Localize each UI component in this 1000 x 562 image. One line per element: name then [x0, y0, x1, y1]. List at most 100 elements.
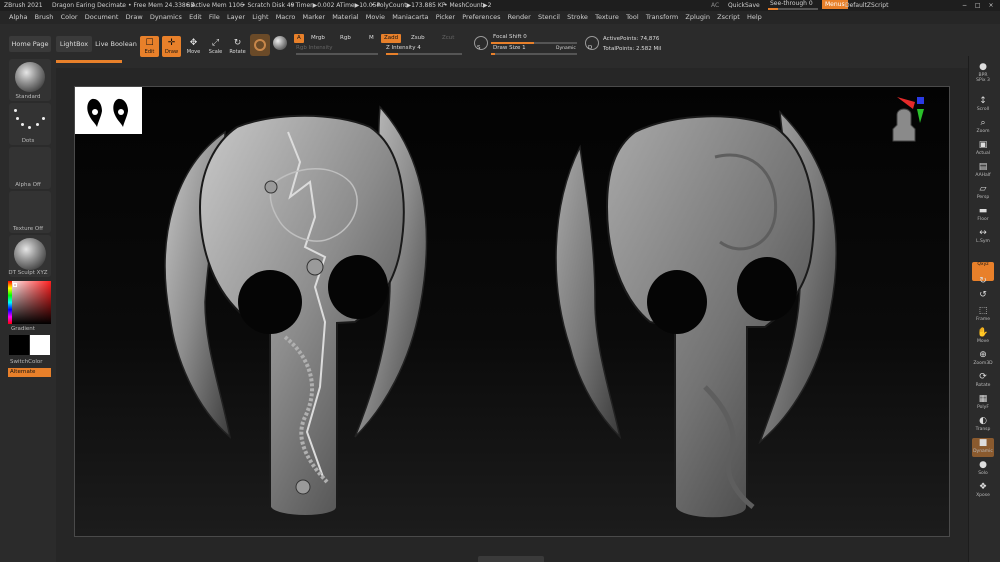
spix-button[interactable]: SPix 3 — [972, 78, 994, 97]
material-label: DT Sculpt XYZ — [8, 270, 48, 276]
menu-draw[interactable]: Draw — [126, 11, 143, 24]
menu-help[interactable]: Help — [747, 11, 762, 24]
mrgb-toggle[interactable]: Mrgb — [311, 34, 325, 43]
persp-button[interactable]: ▱ Persp — [972, 184, 994, 203]
menu-picker[interactable]: Picker — [436, 11, 455, 24]
menu-edit[interactable]: Edit — [189, 11, 202, 24]
see-through-slider[interactable] — [768, 8, 818, 10]
menu-movie[interactable]: Movie — [366, 11, 385, 24]
actual-button[interactable]: ▣ Actual — [972, 140, 994, 159]
lsym-button[interactable]: ↔ L.Sym — [972, 228, 994, 247]
menu-alpha[interactable]: Alpha — [9, 11, 27, 24]
transp-button[interactable]: ◐ Transp — [972, 416, 994, 435]
material-sphere-icon — [14, 238, 46, 270]
zcut-toggle[interactable]: Zcut — [442, 34, 454, 43]
rotate-label: Rotate — [975, 383, 991, 388]
menu-marker[interactable]: Marker — [303, 11, 325, 24]
bottom-tray-handle[interactable] — [478, 556, 544, 562]
menu-stroke[interactable]: Stroke — [567, 11, 588, 24]
menu-zscript[interactable]: Zscript — [717, 11, 740, 24]
frame-icon: ⬚ — [978, 306, 988, 316]
menu-preferences[interactable]: Preferences — [462, 11, 500, 24]
color-picker[interactable] — [8, 281, 51, 324]
menu-file[interactable]: File — [209, 11, 220, 24]
menu-material[interactable]: Material — [332, 11, 358, 24]
menu-layer[interactable]: Layer — [227, 11, 245, 24]
document-canvas[interactable] — [74, 86, 950, 537]
menu-maniacarta[interactable]: Maniacarta — [392, 11, 428, 24]
zoom3d-button[interactable]: ⊕ Zoom3D — [972, 350, 994, 369]
menu-texture[interactable]: Texture — [595, 11, 619, 24]
color-cursor-icon — [13, 283, 17, 287]
draw-button[interactable]: ✛ Draw — [162, 36, 181, 57]
menu-light[interactable]: Light — [252, 11, 268, 24]
edit-button[interactable]: ☐ Edit — [140, 36, 159, 57]
polyf-button[interactable]: ▦ PolyF — [972, 394, 994, 413]
rotate-button[interactable]: ⟳ Rotate — [972, 372, 994, 391]
zoom-icon: ⌕ — [980, 118, 986, 128]
lsym-icon: ↔ — [979, 228, 987, 238]
alternate-button[interactable]: Alternate — [8, 368, 51, 377]
xpose-button[interactable]: ❖ Xpose — [972, 482, 994, 501]
rgb-intensity-slider[interactable] — [296, 53, 378, 55]
menu-stencil[interactable]: Stencil — [538, 11, 560, 24]
default-zscript-button[interactable]: DefaultZScript — [845, 0, 888, 11]
active-points: ActivePoints: 74,876 — [603, 36, 660, 42]
scale-button[interactable]: ⤢ Scale — [206, 36, 225, 57]
live-boolean-button[interactable]: Live Boolean — [95, 36, 137, 52]
dynamic-label: Dynamic — [973, 449, 993, 454]
meshcount: • MeshCount▶2 — [444, 2, 492, 9]
menu-document[interactable]: Document — [85, 11, 119, 24]
move-icon: ✥ — [189, 38, 198, 48]
material-sphere-icon[interactable] — [273, 36, 287, 50]
draw-icon: ✛ — [167, 38, 176, 48]
draw-size-slider[interactable] — [491, 53, 577, 55]
polyf-icon: ▦ — [978, 394, 988, 404]
rgb-toggle[interactable]: Rgb — [340, 34, 351, 43]
switch-color-button[interactable]: SwitchColor — [0, 359, 56, 365]
persp-icon: ▱ — [979, 184, 987, 194]
aahalf-button[interactable]: ▤ AAHalf — [972, 162, 994, 181]
head-navigation-icon[interactable] — [892, 108, 916, 142]
frame-button[interactable]: ⬚ Frame — [972, 306, 994, 325]
zoom3d-icon: ⊕ — [979, 350, 987, 360]
floor-button[interactable]: ▬ Floor — [972, 206, 994, 225]
m-toggle[interactable]: M — [369, 34, 374, 43]
menu-transform[interactable]: Transform — [646, 11, 678, 24]
thumbnail-preview — [75, 87, 142, 134]
scroll-button[interactable]: ↕ Scroll — [972, 96, 994, 115]
dynamic-toggle[interactable]: Dynamic — [556, 44, 576, 53]
z-intensity-slider[interactable] — [386, 53, 462, 55]
dynamic-button[interactable]: ■ Dynamic — [972, 438, 994, 457]
dragon-silhouette-icon — [87, 98, 128, 127]
menu-color[interactable]: Color — [61, 11, 78, 24]
move-button[interactable]: ✥ Move — [184, 36, 203, 57]
move-button[interactable]: ✋ Move — [972, 328, 994, 347]
menu-dynamics[interactable]: Dynamics — [150, 11, 182, 24]
home-page-button[interactable]: Home Page — [9, 36, 51, 52]
brush-preview-button[interactable] — [250, 34, 270, 56]
move-icon: ✋ — [977, 328, 989, 338]
menu-render[interactable]: Render — [508, 11, 531, 24]
secondary-color-swatch[interactable] — [9, 335, 29, 355]
a-toggle[interactable]: A — [294, 34, 304, 43]
menus-button[interactable]: Menus — [822, 0, 848, 9]
zsub-toggle[interactable]: Zsub — [411, 34, 425, 43]
texture-label: Texture Off — [12, 226, 43, 232]
solo-button[interactable]: ● Solo — [972, 460, 994, 479]
lightbox-button[interactable]: LightBox — [56, 36, 92, 52]
aahalf-label: AAHalf — [975, 173, 991, 178]
menu-brush[interactable]: Brush — [35, 11, 54, 24]
gradient-label: Gradient — [11, 326, 35, 332]
quicksave-button[interactable]: QuickSave — [728, 0, 760, 11]
floor-label: Floor — [977, 217, 989, 222]
menu-tool[interactable]: Tool — [626, 11, 639, 24]
menu-macro[interactable]: Macro — [276, 11, 296, 24]
main-color-swatch[interactable] — [30, 335, 50, 355]
zadd-toggle[interactable]: Zadd — [381, 34, 402, 43]
zoom-button[interactable]: ⌕ Zoom — [972, 118, 994, 137]
hue-strip[interactable] — [8, 281, 12, 324]
menu-zplugin[interactable]: Zplugin — [685, 11, 710, 24]
rotate-button[interactable]: ↻ Rotate — [228, 36, 247, 57]
window-controls[interactable]: − □ × — [962, 0, 997, 11]
